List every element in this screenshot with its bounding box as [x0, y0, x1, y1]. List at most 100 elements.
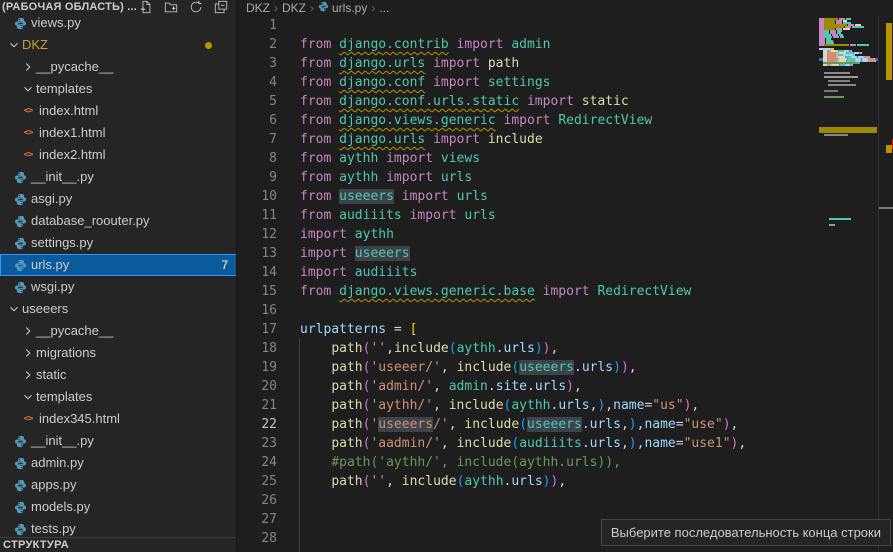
code-line[interactable]: 25 path('', include(aythh.urls)),: [238, 472, 893, 491]
new-folder-icon[interactable]: [163, 0, 179, 14]
code-token: import: [300, 227, 347, 242]
code-text: path('aadmin/', include(audiiits.urls,),…: [300, 434, 746, 453]
new-file-icon[interactable]: [138, 0, 154, 14]
code-line[interactable]: 12import aythh: [238, 225, 893, 244]
code-line[interactable]: 26: [238, 491, 893, 510]
line-number: 1: [238, 16, 277, 35]
breadcrumb-item[interactable]: ...: [379, 1, 389, 15]
tree-item-index345-html[interactable]: <>index345.html: [0, 408, 237, 430]
code-token: [519, 94, 527, 109]
tree-item-models-py[interactable]: models.py: [0, 496, 237, 518]
collapse-folders-icon[interactable]: [213, 0, 229, 14]
code-line[interactable]: 9from aythh import urls: [238, 168, 893, 187]
line-number: 7: [238, 130, 277, 149]
code-token: ,: [386, 341, 394, 356]
code-line[interactable]: 18 path('',include(aythh.urls)),: [238, 339, 893, 358]
tree-item-views-py[interactable]: views.py: [0, 12, 237, 34]
tree-item-apps-py[interactable]: apps.py: [0, 474, 237, 496]
tree-item-static[interactable]: static: [0, 364, 237, 386]
breadcrumb-item[interactable]: DKZ: [282, 1, 306, 15]
code-token: urls: [464, 208, 495, 223]
minimap-token: [840, 36, 844, 38]
code-token: path: [331, 379, 362, 394]
tree-item--init-py[interactable]: __init__.py: [0, 430, 237, 452]
tree-item--init-py[interactable]: __init__.py: [0, 166, 237, 188]
tree-item-index-html[interactable]: <>index.html: [0, 100, 237, 122]
code-line[interactable]: 14import audiiits: [238, 263, 893, 282]
tree-item-settings-py[interactable]: settings.py: [0, 232, 237, 254]
breadcrumb-item-label: ...: [379, 1, 389, 15]
python-file-icon: [12, 254, 28, 276]
outline-section-header[interactable]: СТРУКТУРА: [0, 537, 237, 552]
python-file-icon: [12, 232, 28, 254]
code-token: urls: [511, 474, 542, 489]
code-token: ,: [605, 398, 613, 413]
tree-item-asgi-py[interactable]: asgi.py: [0, 188, 237, 210]
tree-item-label: migrations: [36, 342, 96, 364]
tree-item-database-roouter-py[interactable]: database_roouter.py: [0, 210, 237, 232]
code-line[interactable]: 19 path('useeer/', include(useeers.urls)…: [238, 358, 893, 377]
tree-item-wsgi-py[interactable]: wsgi.py: [0, 276, 237, 298]
code-token: [433, 151, 441, 166]
tree-item-label: wsgi.py: [31, 276, 74, 298]
tree-item-useeers[interactable]: useeers: [0, 298, 237, 320]
minimap-extra-row: [819, 127, 877, 133]
tree-item-templates[interactable]: templates: [0, 78, 237, 100]
code-token: [402, 208, 410, 223]
code-line[interactable]: 16: [238, 301, 893, 320]
code-line[interactable]: 7from django.urls import include: [238, 130, 893, 149]
code-line[interactable]: 8from aythh import views: [238, 149, 893, 168]
code-token: =: [386, 322, 409, 337]
refresh-icon[interactable]: [188, 0, 204, 14]
tree-item-index1-html[interactable]: <>index1.html: [0, 122, 237, 144]
code-text: from django.contrib import admin: [300, 35, 550, 54]
explorer-actions: [138, 0, 229, 14]
code-line[interactable]: 23 path('aadmin/', include(audiiits.urls…: [238, 434, 893, 453]
code-line[interactable]: 17urlpatterns = [: [238, 320, 893, 339]
breadcrumb-item[interactable]: DKZ: [246, 1, 270, 15]
code-line[interactable]: 2from django.contrib import admin: [238, 35, 893, 54]
tree-item--pycache-[interactable]: __pycache__: [0, 56, 237, 78]
minimap-token: [852, 64, 853, 66]
code-token: include: [457, 360, 512, 375]
code-token: path: [331, 474, 362, 489]
overview-ruler[interactable]: [878, 16, 893, 552]
code-line[interactable]: 6from django.views.generic import Redire…: [238, 111, 893, 130]
code-line[interactable]: 11from audiiits import urls: [238, 206, 893, 225]
code-token: RedirectView: [597, 284, 691, 299]
code-token: include: [402, 474, 457, 489]
code-token: .: [582, 436, 590, 451]
code-line[interactable]: 15from django.views.generic.base import …: [238, 282, 893, 301]
line-number: 20: [238, 377, 277, 396]
code-token: name: [644, 417, 675, 432]
tree-item-templates[interactable]: templates: [0, 386, 237, 408]
minimap-token: [843, 28, 850, 30]
code-line[interactable]: 4from django.conf import settings: [238, 73, 893, 92]
code-line[interactable]: 24 #path('aythh/', include(aythh.urls)),: [238, 453, 893, 472]
tree-item--pycache-[interactable]: __pycache__: [0, 320, 237, 342]
code-line[interactable]: 22 path('useeers/', include(useeers.urls…: [238, 415, 893, 434]
html-file-icon: <>: [20, 100, 36, 122]
tree-item-label: asgi.py: [31, 188, 72, 210]
tree-item-index2-html[interactable]: <>index2.html: [0, 144, 237, 166]
code-line[interactable]: 1: [238, 16, 893, 35]
minimap[interactable]: [819, 0, 878, 552]
code-line[interactable]: 20 path('admin/', admin.site.urls),: [238, 377, 893, 396]
code-line[interactable]: 13import useeers: [238, 244, 893, 263]
tree-item-migrations[interactable]: migrations: [0, 342, 237, 364]
tree-item-dkz[interactable]: DKZ: [0, 34, 237, 56]
breadcrumb-separator: ›: [371, 1, 375, 15]
breadcrumb-item[interactable]: urls.py: [318, 1, 367, 15]
code-line[interactable]: 21 path('aythh/', include(aythh.urls,),n…: [238, 396, 893, 415]
code-token: ,: [441, 436, 457, 451]
code-line[interactable]: 3from django.urls import path: [238, 54, 893, 73]
tree-item-admin-py[interactable]: admin.py: [0, 452, 237, 474]
code-line[interactable]: 5from django.conf.urls.static import sta…: [238, 92, 893, 111]
workspace-title: (РАБОЧАЯ ОБЛАСТЬ) ...: [0, 1, 137, 13]
code-token: [300, 436, 331, 451]
code-text: from aythh import urls: [300, 168, 472, 187]
ruler-mark: [879, 207, 893, 209]
code-line[interactable]: 10from useeers import urls: [238, 187, 893, 206]
tree-item-urls-py[interactable]: urls.py7: [0, 254, 237, 276]
code-token: path: [331, 360, 362, 375]
